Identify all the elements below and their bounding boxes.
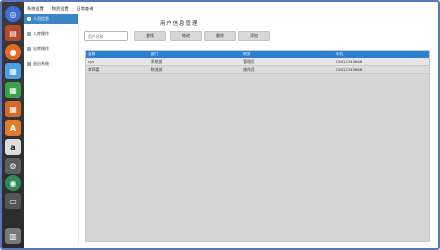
app-window: ◎ ▤ ● ▦ ▦ ▦ A a ⚙ ◉ ▭ ▥ 系统设置 物资设置 日常查询 人… <box>0 0 440 250</box>
ubuntu-logo-icon[interactable]: ◎ <box>5 6 21 22</box>
files-icon[interactable]: ▤ <box>5 25 21 41</box>
menu-material-settings[interactable]: 物资设置 <box>52 6 69 12</box>
menu-daily-query[interactable]: 日常查询 <box>77 6 94 12</box>
sidebar-item-stock-in[interactable]: 入库操作 <box>24 29 78 39</box>
cell-department: 物流部 <box>150 66 163 72</box>
table-row[interactable]: 李四喜 物流部 操作员 15612345666 <box>86 66 429 74</box>
settings-icon[interactable]: ⚙ <box>5 158 21 174</box>
main-content: 用户信息管理 查找 修改 删除 添加 名称 部门 职务 手机 sys 系统部 管… <box>80 14 436 246</box>
header-name[interactable]: 名称 <box>86 52 149 57</box>
header-phone[interactable]: 手机 <box>334 52 429 57</box>
cell-position: 管理员 <box>243 58 255 64</box>
terminal-icon[interactable]: ▭ <box>5 193 21 209</box>
stock-in-icon <box>27 32 31 36</box>
edit-button[interactable]: 修改 <box>170 31 202 41</box>
trash-icon[interactable]: ▥ <box>5 228 21 244</box>
add-button[interactable]: 添加 <box>238 31 270 41</box>
header-department[interactable]: 部门 <box>149 52 241 57</box>
launcher-bar: ◎ ▤ ● ▦ ▦ ▦ A a ⚙ ◉ ▭ ▥ <box>2 2 24 248</box>
sidebar-item-label: 人员信息 <box>33 16 49 21</box>
exit-icon <box>27 62 31 66</box>
sidebar-item-personnel[interactable]: 人员信息 <box>24 14 78 24</box>
user-table: 名称 部门 职务 手机 sys 系统部 管理员 15612345666 李四喜 … <box>85 50 430 242</box>
calc-icon[interactable]: ▦ <box>5 82 21 98</box>
amazon-icon[interactable]: a <box>5 139 21 155</box>
table-header: 名称 部门 职务 手机 <box>86 51 429 58</box>
page-title: 用户信息管理 <box>160 21 199 27</box>
header-position[interactable]: 职务 <box>241 52 333 57</box>
table-row[interactable]: sys 系统部 管理员 15612345666 <box>86 58 429 66</box>
menu-system-settings[interactable]: 系统设置 <box>27 6 44 12</box>
menu-bar: 系统设置 物资设置 日常查询 <box>24 4 434 14</box>
cell-phone: 15612345666 <box>335 59 363 64</box>
delete-button[interactable]: 删除 <box>204 31 236 41</box>
sidebar-item-exit[interactable]: 退出系统 <box>24 59 78 69</box>
cell-name: sys <box>88 59 95 64</box>
cell-name: 李四喜 <box>88 66 100 72</box>
table-body: sys 系统部 管理员 15612345666 李四喜 物流部 操作员 1561… <box>86 58 429 74</box>
sidebar-item-label: 入库操作 <box>33 31 49 36</box>
writer-icon[interactable]: ▦ <box>5 63 21 79</box>
sidebar-item-label: 退出系统 <box>33 61 49 66</box>
cell-department: 系统部 <box>150 58 163 64</box>
search-input[interactable] <box>84 31 128 41</box>
personnel-icon <box>27 17 31 21</box>
cell-phone: 15612345666 <box>335 67 363 72</box>
firefox-icon[interactable]: ● <box>5 44 21 60</box>
sidebar: 人员信息 入库操作 出库操作 退出系统 <box>24 14 79 246</box>
stock-out-icon <box>27 47 31 51</box>
search-button[interactable]: 查找 <box>134 31 166 41</box>
impress-icon[interactable]: ▦ <box>5 101 21 117</box>
cell-position: 操作员 <box>243 66 255 72</box>
software-center-icon[interactable]: A <box>5 120 21 136</box>
sidebar-item-stock-out[interactable]: 出库操作 <box>24 44 78 54</box>
app-icon[interactable]: ◉ <box>5 175 21 191</box>
sidebar-item-label: 出库操作 <box>33 46 49 51</box>
